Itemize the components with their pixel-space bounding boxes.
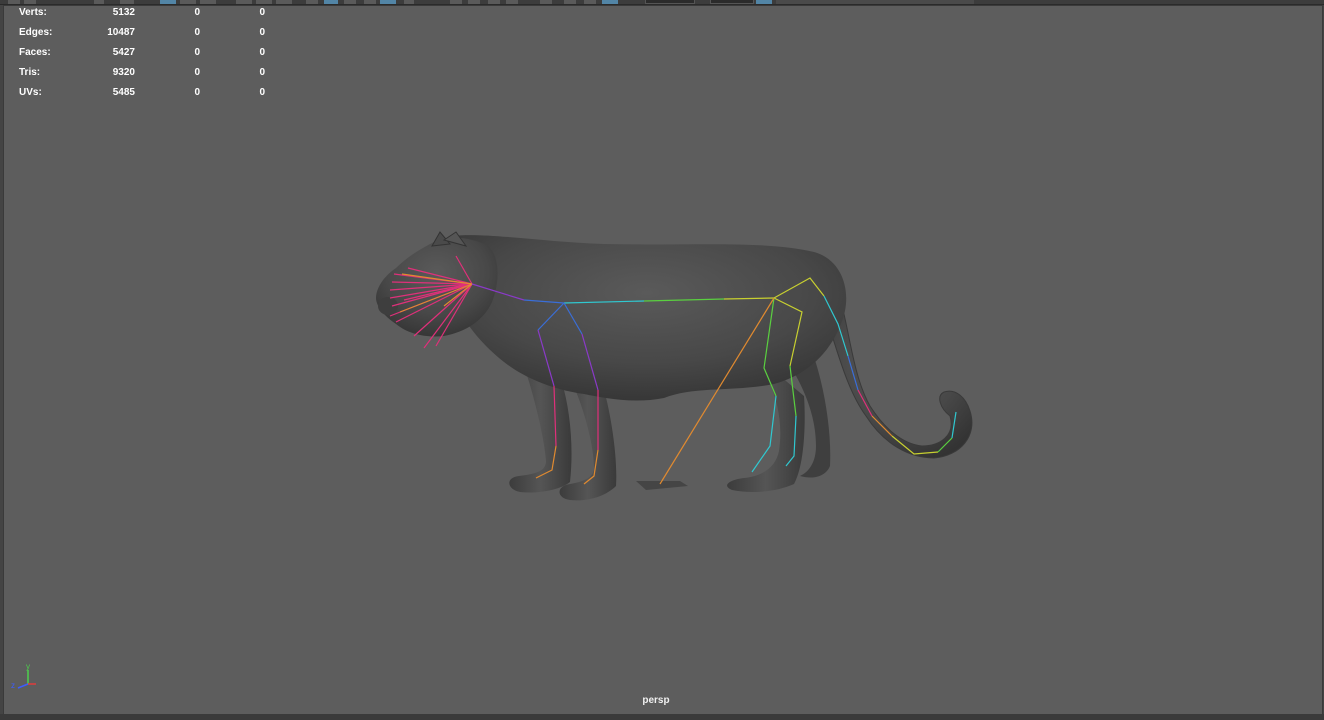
gamma-field[interactable]: [710, 0, 754, 4]
toolbar-button[interactable]: [364, 0, 376, 4]
viewport-persp[interactable]: Verts: 5132 0 0 Edges: 10487 0 0 Faces: …: [3, 5, 1323, 715]
scene-canvas[interactable]: [4, 6, 1322, 714]
hud-value: 0: [259, 87, 265, 98]
hud-value: 0: [259, 27, 265, 38]
toolbar-button[interactable]: [584, 0, 596, 4]
toolbar-button[interactable]: [450, 0, 462, 4]
toolbar-button[interactable]: [404, 0, 414, 4]
toolbar-button[interactable]: [276, 0, 292, 4]
z-axis-line: [17, 683, 29, 689]
maya-app: Verts: 5132 0 0 Edges: 10487 0 0 Faces: …: [0, 0, 1324, 720]
toolbar-button-active[interactable]: [324, 0, 338, 4]
toolbar-button[interactable]: [468, 0, 480, 4]
toolbar-button[interactable]: [200, 0, 216, 4]
z-axis-label: z: [11, 681, 15, 690]
axis-gizmo-icon: y z: [11, 662, 36, 690]
toolbar-button[interactable]: [8, 0, 20, 4]
camera-name-label: persp: [642, 695, 670, 706]
toolbar-button[interactable]: [236, 0, 252, 4]
toolbar-button-active[interactable]: [756, 0, 772, 4]
y-axis-label: y: [26, 662, 30, 671]
toolbar-button[interactable]: [564, 0, 576, 4]
color-space-dropdown[interactable]: [776, 0, 974, 4]
toolbar-button[interactable]: [488, 0, 500, 4]
toolbar-button[interactable]: [506, 0, 518, 4]
toolbar-button[interactable]: [120, 0, 134, 4]
toolbar-button[interactable]: [256, 0, 272, 4]
toolbar-button-active[interactable]: [602, 0, 618, 4]
locator-plane[interactable]: [636, 481, 688, 490]
hud-value: 0: [259, 47, 265, 58]
toolbar-button-active[interactable]: [380, 0, 396, 4]
toolbar-button-active[interactable]: [160, 0, 176, 4]
toolbar-button[interactable]: [344, 0, 356, 4]
hud-value: 0: [259, 67, 265, 78]
toolbar-button[interactable]: [94, 0, 104, 4]
toolbar-button[interactable]: [180, 0, 196, 4]
toolbar-button[interactable]: [540, 0, 552, 4]
exposure-field[interactable]: [645, 0, 695, 4]
toolbar-button[interactable]: [24, 0, 36, 4]
bottom-border: [0, 714, 1324, 720]
hud-value: 0: [259, 7, 265, 18]
toolbar-button[interactable]: [306, 0, 318, 4]
